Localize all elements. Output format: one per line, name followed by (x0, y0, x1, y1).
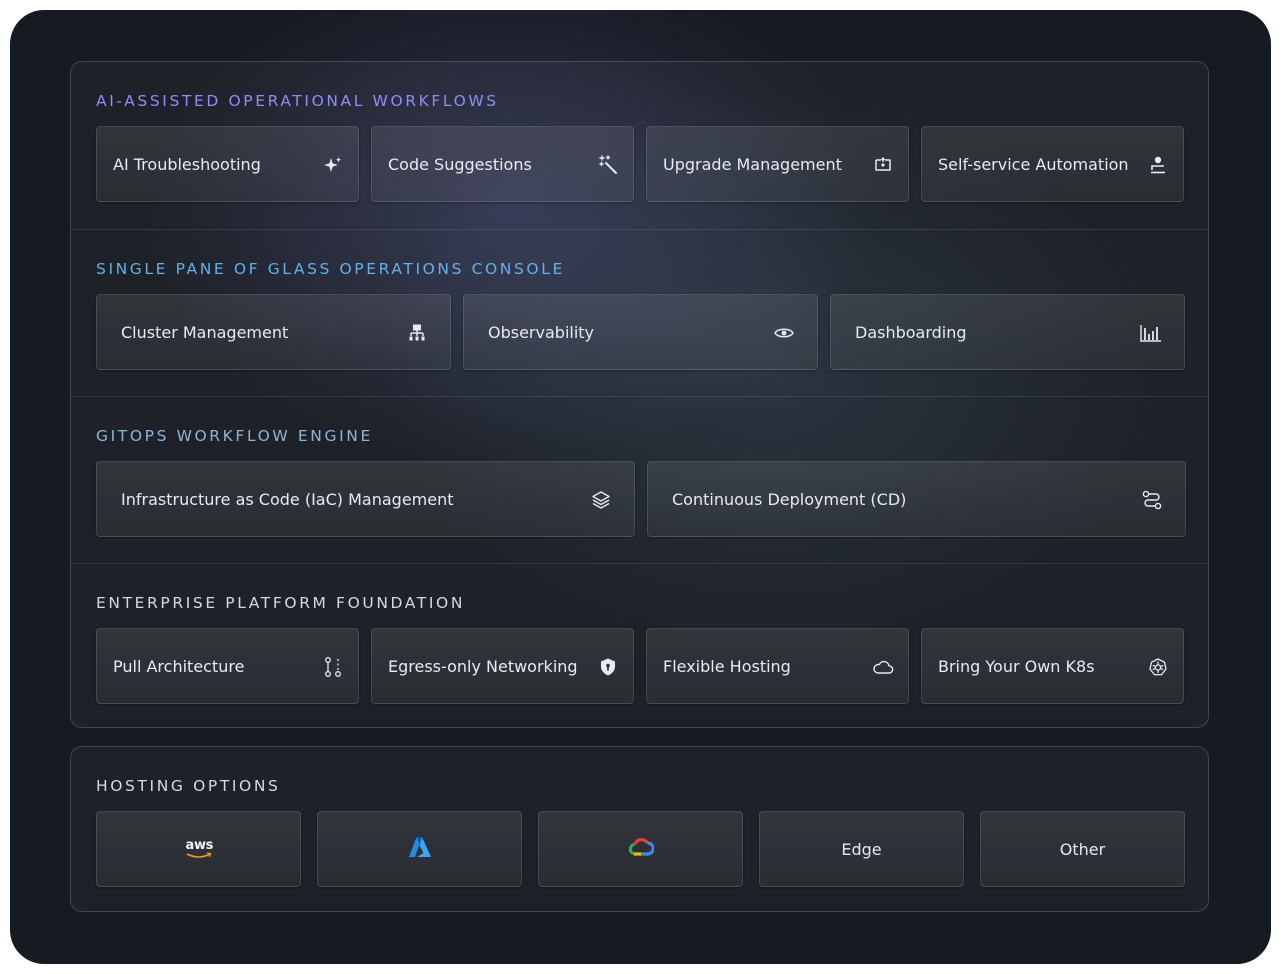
card-observability[interactable]: Observability (463, 294, 818, 370)
hosting-option-other[interactable]: Other (980, 811, 1185, 887)
card-self-service-automation[interactable]: Self-service Automation (921, 126, 1184, 202)
aws-logo-text: aws (185, 838, 214, 853)
card-label: Code Suggestions (388, 155, 532, 174)
sparkles-icon (322, 154, 344, 176)
card-dashboarding[interactable]: Dashboarding (830, 294, 1185, 370)
eye-icon (773, 322, 795, 344)
route-icon (1141, 489, 1163, 511)
card-label: Observability (488, 323, 595, 342)
section-title: SINGLE PANE OF GLASS OPERATIONS CONSOLE (96, 260, 565, 278)
git-pull-icon (322, 656, 344, 678)
card-egress-only-networking[interactable]: Egress-only Networking (371, 628, 634, 704)
section-operations-console: SINGLE PANE OF GLASS OPERATIONS CONSOLE … (71, 229, 1208, 397)
card-ai-troubleshooting[interactable]: AI Troubleshooting (96, 126, 359, 202)
card-label: Flexible Hosting (663, 657, 791, 676)
section-title: AI-ASSISTED OPERATIONAL WORKFLOWS (96, 92, 499, 110)
google-cloud-logo (628, 837, 655, 861)
card-label: Cluster Management (121, 323, 289, 342)
layers-icon (590, 489, 612, 511)
cloud-icon (872, 656, 894, 678)
card-continuous-deployment[interactable]: Continuous Deployment (CD) (647, 461, 1186, 537)
card-label: Dashboarding (855, 323, 967, 342)
capabilities-panel: AI-ASSISTED OPERATIONAL WORKFLOWS AI Tro… (70, 61, 1209, 728)
hosting-option-aws[interactable]: aws (96, 811, 301, 887)
card-pull-architecture[interactable]: Pull Architecture (96, 628, 359, 704)
card-iac-management[interactable]: Infrastructure as Code (IaC) Management (96, 461, 635, 537)
section-ai-workflows: AI-ASSISTED OPERATIONAL WORKFLOWS AI Tro… (71, 62, 1208, 229)
card-label: AI Troubleshooting (113, 155, 261, 174)
hosting-option-label: Other (1059, 839, 1106, 859)
card-label: Bring Your Own K8s (938, 657, 1095, 676)
hosting-option-label: Edge (841, 839, 882, 859)
magic-wand-icon (597, 154, 619, 176)
card-label: Infrastructure as Code (IaC) Management (121, 490, 454, 509)
hosting-option-google-cloud[interactable] (538, 811, 743, 887)
section-title: GITOPS WORKFLOW ENGINE (96, 427, 373, 445)
card-label: Upgrade Management (663, 155, 842, 174)
card-label: Pull Architecture (113, 657, 245, 676)
app-frame: AI-ASSISTED OPERATIONAL WORKFLOWS AI Tro… (10, 10, 1271, 964)
hosting-option-azure[interactable] (317, 811, 522, 887)
hosting-options-panel: HOSTING OPTIONS aws Edge Other (70, 746, 1209, 912)
shield-icon (597, 656, 619, 678)
card-flexible-hosting[interactable]: Flexible Hosting (646, 628, 909, 704)
hosting-option-edge[interactable]: Edge (759, 811, 964, 887)
upgrade-icon (872, 154, 894, 176)
section-gitops-engine: GITOPS WORKFLOW ENGINE Infrastructure as… (71, 396, 1208, 564)
card-upgrade-management[interactable]: Upgrade Management (646, 126, 909, 202)
card-cluster-management[interactable]: Cluster Management (96, 294, 451, 370)
bar-chart-icon (1140, 322, 1162, 344)
section-title: ENTERPRISE PLATFORM FOUNDATION (96, 594, 466, 612)
cluster-icon (406, 322, 428, 344)
section-platform-foundation: ENTERPRISE PLATFORM FOUNDATION Pull Arch… (71, 563, 1208, 731)
card-label: Egress-only Networking (388, 657, 578, 676)
card-label: Self-service Automation (938, 155, 1129, 174)
user-desk-icon (1147, 154, 1169, 176)
kubernetes-icon (1147, 656, 1169, 678)
card-bring-your-own-k8s[interactable]: Bring Your Own K8s (921, 628, 1184, 704)
hosting-title: HOSTING OPTIONS (96, 777, 281, 795)
card-label: Continuous Deployment (CD) (672, 490, 907, 509)
azure-logo (408, 836, 432, 862)
card-code-suggestions[interactable]: Code Suggestions (371, 126, 634, 202)
aws-logo: aws (185, 838, 214, 859)
